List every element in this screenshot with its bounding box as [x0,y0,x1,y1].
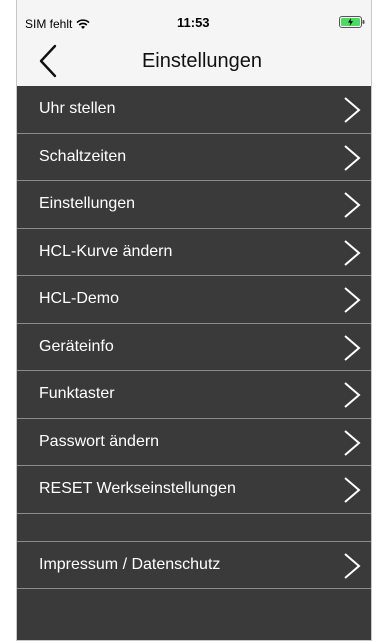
menu-item-funktaster[interactable]: Funktaster [17,371,371,419]
chevron-right-icon [344,552,361,579]
menu-item-label: Einstellungen [39,195,136,213]
chevron-right-icon [344,477,361,503]
settings-menu: Uhr stellen Schaltzeiten Einstellungen H… [17,86,371,640]
menu-item-geraeteinfo[interactable]: Geräteinfo [17,324,371,371]
carrier-text: SIM fehlt [25,17,73,31]
menu-item-hcl-kurve[interactable]: HCL-Kurve ändern [17,229,371,276]
menu-item-label: Schaltzeiten [39,147,127,165]
status-left: SIM fehlt [25,17,90,31]
menu-item-reset[interactable]: RESET Werkseinstellungen [17,466,371,514]
menu-item-label: HCL-Kurve ändern [39,242,173,260]
menu-item-hcl-demo[interactable]: HCL-Demo [17,276,371,324]
chevron-right-icon [344,287,361,313]
status-bar: SIM fehlt 11:53 [17,0,371,34]
menu-item-impressum[interactable]: Impressum / Datenschutz [17,542,371,589]
menu-item-label: Passwort ändern [39,432,160,450]
section-spacer [17,514,371,542]
navigation-bar: Einstellungen [17,34,371,86]
menu-item-schaltzeiten[interactable]: Schaltzeiten [17,134,371,181]
page-title: Einstellungen [141,50,263,72]
chevron-right-icon [344,144,361,171]
menu-item-einstellungen[interactable]: Einstellungen [17,181,371,229]
chevron-right-icon [344,192,361,218]
menu-item-label: Impressum / Datenschutz [39,555,221,573]
menu-item-uhr-stellen[interactable]: Uhr stellen [17,86,371,134]
phone-screen: SIM fehlt 11:53 Einstellungen Uhr stelle… [16,0,372,641]
menu-item-passwort-aendern[interactable]: Passwort ändern [17,419,371,466]
chevron-right-icon [344,382,361,408]
battery-charging-icon [339,16,365,28]
menu-item-label: Uhr stellen [39,100,116,118]
menu-item-label: HCL-Demo [39,290,120,308]
menu-item-label: RESET Werkseinstellungen [39,480,236,498]
chevron-right-icon [344,429,361,456]
chevron-right-icon [344,239,361,266]
wifi-icon [76,18,90,29]
menu-item-label: Funktaster [39,385,115,403]
status-time: 11:53 [177,15,210,30]
menu-item-label: Geräteinfo [39,337,114,355]
chevron-right-icon [344,334,361,361]
chevron-right-icon [344,97,361,123]
